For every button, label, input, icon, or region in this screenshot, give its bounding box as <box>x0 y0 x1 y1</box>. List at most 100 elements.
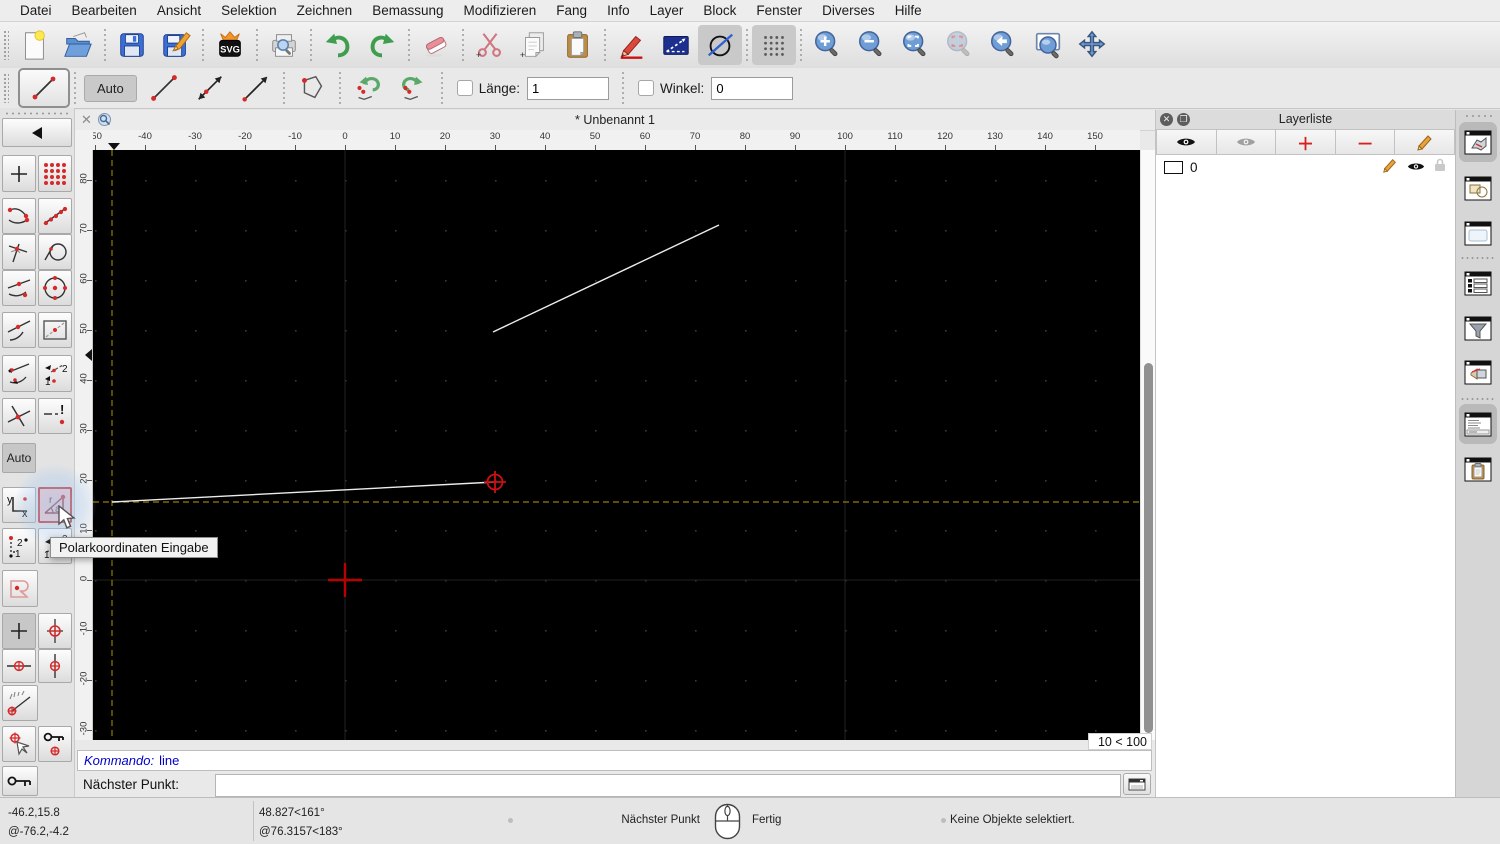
length-checkbox[interactable] <box>456 80 473 96</box>
add-layer-button[interactable]: ＋ <box>1276 129 1336 155</box>
set-relative-zero-button[interactable] <box>2 613 36 649</box>
menu-item-datei[interactable]: Datei <box>10 3 62 18</box>
save-button[interactable] <box>110 24 154 66</box>
new-document-button[interactable] <box>12 24 56 66</box>
pan-button[interactable] <box>1070 24 1114 66</box>
line-angle-button[interactable] <box>187 69 233 107</box>
menu-item-modifizieren[interactable]: Modifizieren <box>454 3 547 18</box>
command-focus-button[interactable] <box>1123 773 1151 795</box>
redo-button[interactable] <box>360 24 404 66</box>
exclusive-snap-mode-button[interactable] <box>2 570 38 607</box>
snap-endpoints-button[interactable] <box>2 198 36 234</box>
menu-item-ansicht[interactable]: Ansicht <box>147 3 211 18</box>
undo-segment-button[interactable] <box>345 69 391 107</box>
selection-filter-dock-button[interactable] <box>1459 308 1497 348</box>
dock-handle[interactable] <box>1464 114 1492 118</box>
svg-export-button[interactable]: SVG <box>208 24 252 66</box>
angle-checkbox[interactable] <box>638 80 655 96</box>
snap-on-entity-button[interactable] <box>38 198 72 234</box>
polar-coordinates-button[interactable]: ra <box>38 487 72 523</box>
view-dock-button[interactable] <box>1459 352 1497 392</box>
zoom-previous-button[interactable] <box>982 24 1026 66</box>
layer-edit-icon[interactable] <box>1382 157 1398 178</box>
draft-mode-toggle[interactable] <box>698 25 742 65</box>
property-list-dock-button[interactable] <box>1459 263 1497 303</box>
menu-item-info[interactable]: Info <box>597 3 640 18</box>
coordinate-auto-button[interactable]: Auto <box>2 443 36 473</box>
restrict-angle-button[interactable] <box>2 685 38 721</box>
toolbar-handle[interactable] <box>3 30 9 60</box>
drawing-canvas[interactable] <box>93 150 1140 740</box>
cut-button[interactable]: + <box>468 24 512 66</box>
back-button[interactable] <box>2 118 72 147</box>
zoom-window-button[interactable] <box>1026 24 1070 66</box>
snap-middle-button[interactable] <box>2 270 36 306</box>
snap-center-button[interactable] <box>38 270 72 306</box>
redo-segment-button[interactable] <box>391 69 437 107</box>
snap-tangent-button[interactable] <box>38 234 72 270</box>
snap-nearest-button[interactable] <box>2 312 36 348</box>
command-input[interactable] <box>215 774 1121 797</box>
pen-settings-button[interactable] <box>654 24 698 66</box>
zoom-selection-button[interactable] <box>938 24 982 66</box>
zoom-in-button[interactable] <box>806 24 850 66</box>
snap-reference-button[interactable] <box>2 726 36 762</box>
restrict-orthogonal-button[interactable] <box>2 355 36 392</box>
menu-item-zeichnen[interactable]: Zeichnen <box>287 3 363 18</box>
print-preview-button[interactable] <box>262 24 306 66</box>
angle-input[interactable] <box>711 76 794 100</box>
drawing-preferences-button[interactable] <box>610 24 654 66</box>
undo-button[interactable] <box>316 24 360 66</box>
show-all-layers-button[interactable] <box>1156 129 1217 155</box>
snap-intersection-button[interactable] <box>2 398 36 434</box>
length-input[interactable] <box>527 76 610 100</box>
snap-grid-button[interactable] <box>38 155 72 192</box>
menu-item-selektion[interactable]: Selektion <box>211 3 287 18</box>
save-as-button[interactable] <box>154 24 198 66</box>
menu-item-bearbeiten[interactable]: Bearbeiten <box>62 3 147 18</box>
toolbar-handle[interactable] <box>3 73 9 103</box>
palette-handle[interactable] <box>4 111 68 116</box>
layer-lock-icon[interactable] <box>1434 158 1446 177</box>
polyline-button[interactable] <box>289 69 335 107</box>
block-list-dock-button[interactable] <box>1459 168 1497 208</box>
zoom-out-button[interactable] <box>850 24 894 66</box>
layer-row[interactable]: 0 <box>1156 157 1455 178</box>
library-browser-dock-button[interactable] <box>1459 213 1497 253</box>
hide-all-layers-button[interactable] <box>1216 129 1277 155</box>
paste-button[interactable] <box>556 24 600 66</box>
close-panel-button[interactable]: ✕ <box>1160 113 1173 126</box>
line-horizontal-button[interactable] <box>233 69 279 107</box>
scrollbar-thumb[interactable] <box>1144 363 1153 733</box>
clipboard-dock-button[interactable] <box>1459 449 1497 489</box>
menu-item-block[interactable]: Block <box>693 3 746 18</box>
grid-toggle[interactable] <box>752 25 796 65</box>
restrict-horizontal-button[interactable] <box>2 649 36 683</box>
layer-list-dock-button[interactable] <box>1459 122 1497 162</box>
detach-panel-button[interactable]: ❐ <box>1177 113 1190 126</box>
lock-position-button[interactable] <box>2 766 38 796</box>
zoom-auto-button[interactable] <box>894 24 938 66</box>
menu-item-hilfe[interactable]: Hilfe <box>885 3 932 18</box>
layer-visibility-icon[interactable] <box>1407 159 1425 177</box>
copy-button[interactable]: + <box>512 24 556 66</box>
snap-free-button[interactable] <box>2 155 36 192</box>
edit-layer-button[interactable] <box>1395 129 1455 155</box>
menu-item-layer[interactable]: Layer <box>640 3 694 18</box>
cartesian-coordinates-button[interactable]: yx <box>2 487 36 523</box>
open-document-button[interactable] <box>56 24 100 66</box>
lock-relative-zero-button[interactable] <box>38 726 72 762</box>
snap-perpendicular-button[interactable] <box>2 234 36 270</box>
delete-button[interactable] <box>414 24 458 66</box>
remove-layer-button[interactable]: － <box>1335 129 1396 155</box>
line-tool-current-button[interactable] <box>18 68 70 108</box>
menu-item-fang[interactable]: Fang <box>546 3 597 18</box>
menu-item-diverses[interactable]: Diverses <box>812 3 885 18</box>
vertical-scrollbar[interactable] <box>1140 150 1155 740</box>
line-auto-button[interactable]: Auto <box>84 74 137 102</box>
snap-distance-button[interactable] <box>38 312 72 348</box>
command-line-dock-button[interactable] <box>1459 404 1497 444</box>
menu-item-bemassung[interactable]: Bemassung <box>362 3 453 18</box>
menu-item-fenster[interactable]: Fenster <box>746 3 812 18</box>
restrict-horizontal-vertical-button[interactable]: 21 <box>38 355 72 392</box>
